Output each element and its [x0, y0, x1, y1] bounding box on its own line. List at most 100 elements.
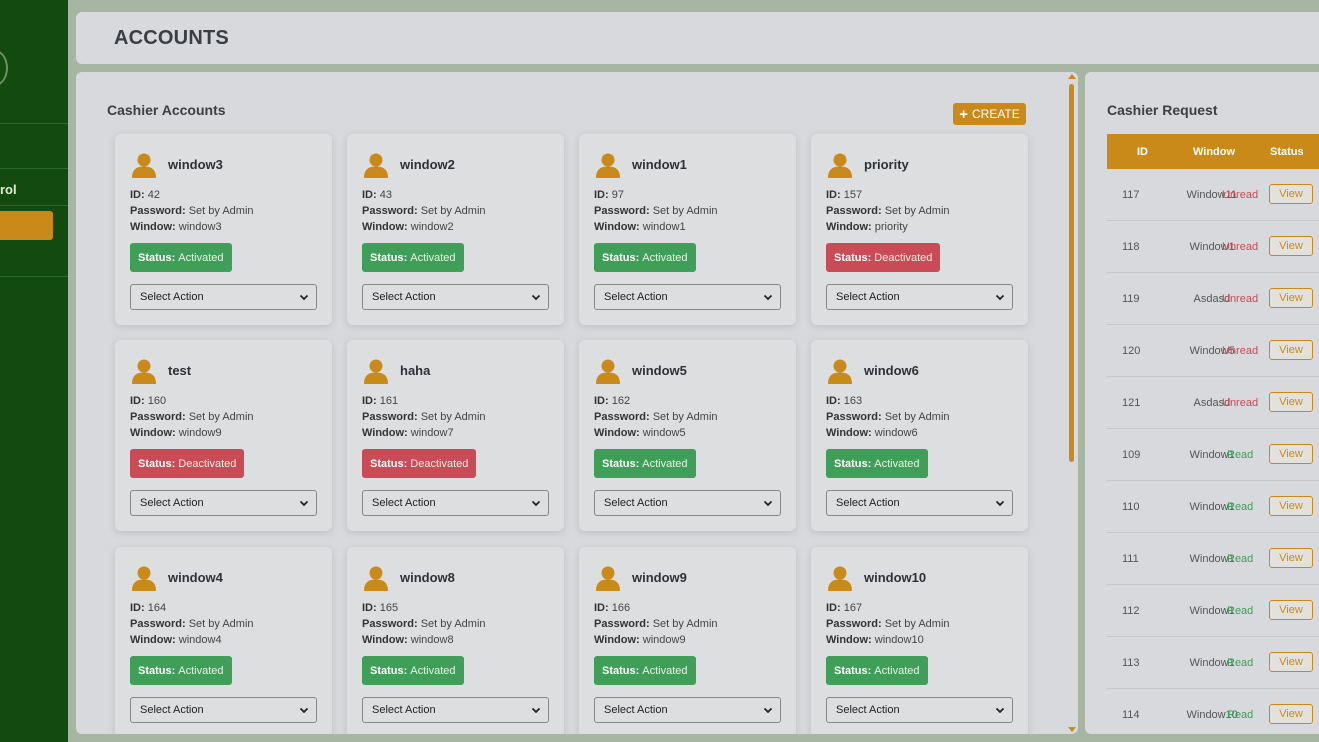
- view-button[interactable]: View: [1269, 444, 1313, 464]
- chevron-down-icon: [995, 498, 1005, 511]
- view-button[interactable]: View: [1269, 496, 1313, 516]
- action-select[interactable]: Select Action: [130, 697, 317, 723]
- account-password-value: Set by Admin: [652, 618, 718, 630]
- account-card: window8 ID: 165 Password: Set by Admin Wind…: [347, 547, 564, 734]
- action-select[interactable]: Select Action: [594, 697, 781, 723]
- account-id: ID: 160: [130, 395, 166, 407]
- status-value: Activated: [410, 251, 456, 264]
- account-id: ID: 166: [594, 602, 630, 614]
- panel-title: Cashier Request: [1107, 102, 1218, 118]
- account-window-value: window7: [410, 427, 454, 439]
- chevron-down-icon: [299, 705, 309, 718]
- status-value: Deactivated: [178, 457, 237, 470]
- request-id: 120: [1122, 345, 1141, 357]
- table-row: 119 Asdasd Unread View: [1107, 273, 1319, 325]
- account-id-value: 166: [611, 602, 631, 614]
- scrollbar[interactable]: [1065, 72, 1078, 734]
- action-select[interactable]: Select Action: [826, 697, 1013, 723]
- view-button[interactable]: View: [1269, 704, 1313, 724]
- account-password-value: Set by Admin: [884, 618, 950, 630]
- view-button[interactable]: View: [1269, 184, 1313, 204]
- action-select[interactable]: Select Action: [594, 284, 781, 310]
- status-value: Activated: [410, 664, 456, 677]
- account-window: Window: window9: [130, 427, 222, 439]
- request-id: 109: [1122, 449, 1141, 461]
- status-value: Activated: [178, 251, 224, 264]
- account-id-label: ID:: [594, 189, 609, 201]
- account-card: window5 ID: 162 Password: Set by Admin Wind…: [579, 340, 796, 531]
- request-id: 117: [1122, 189, 1140, 201]
- table-row: 112 Window1 Read View: [1107, 585, 1319, 637]
- account-window: Window: window9: [594, 634, 686, 646]
- account-window-label: Window:: [130, 634, 176, 646]
- action-select[interactable]: Select Action: [130, 284, 317, 310]
- account-password-label: Password:: [130, 205, 186, 217]
- action-select-value: Select Action: [140, 291, 204, 303]
- action-select-value: Select Action: [140, 497, 204, 509]
- account-id: ID: 97: [594, 189, 624, 201]
- account-window: Window: window1: [594, 221, 686, 233]
- status-badge: Status: Activated: [130, 656, 232, 685]
- account-name: window10: [864, 570, 927, 585]
- action-select-value: Select Action: [836, 291, 900, 303]
- chevron-down-icon: [763, 705, 773, 718]
- request-status: Unread: [1222, 241, 1259, 253]
- request-status: Unread: [1222, 293, 1259, 305]
- account-id-value: 162: [611, 395, 631, 407]
- request-id: 112: [1122, 605, 1140, 617]
- account-password-value: Set by Admin: [420, 411, 486, 423]
- sidebar-item-active[interactable]: [0, 211, 53, 240]
- status-value: Activated: [642, 251, 688, 264]
- user-icon: [595, 152, 621, 178]
- account-password: Password: Set by Admin: [362, 411, 486, 423]
- account-password-value: Set by Admin: [420, 618, 486, 630]
- account-window-label: Window:: [826, 634, 872, 646]
- account-card: window3 ID: 42 Password: Set by Admin Windo…: [115, 134, 332, 325]
- chevron-down-icon: [531, 292, 541, 305]
- chevron-down-icon: [763, 292, 773, 305]
- action-select[interactable]: Select Action: [594, 490, 781, 516]
- scroll-down-icon[interactable]: [1068, 727, 1076, 732]
- view-button[interactable]: View: [1269, 288, 1313, 308]
- status-label: Status:: [370, 251, 408, 264]
- account-window: Window: priority: [826, 221, 908, 233]
- view-button[interactable]: View: [1269, 392, 1313, 412]
- status-badge: Status: Activated: [826, 656, 928, 685]
- request-id: 119: [1122, 293, 1140, 305]
- account-password-value: Set by Admin: [420, 205, 486, 217]
- view-button[interactable]: View: [1269, 340, 1313, 360]
- action-select-value: Select Action: [836, 497, 900, 509]
- account-id-label: ID:: [826, 602, 841, 614]
- sidebar-divider: [0, 123, 68, 124]
- action-select[interactable]: Select Action: [362, 284, 549, 310]
- sidebar-divider: [0, 168, 68, 169]
- user-icon: [363, 358, 389, 384]
- action-select[interactable]: Select Action: [130, 490, 317, 516]
- user-icon: [827, 152, 853, 178]
- table-row: 110 Window1 Read View: [1107, 481, 1319, 533]
- create-button[interactable]: + CREATE: [953, 103, 1026, 125]
- account-password-label: Password:: [362, 618, 418, 630]
- sidebar-item-label[interactable]: rol: [0, 182, 17, 197]
- status-badge: Status: Activated: [362, 656, 464, 685]
- sidebar-divider: [0, 276, 68, 277]
- view-button[interactable]: View: [1269, 236, 1313, 256]
- table-row: 109 Window1 Read View: [1107, 429, 1319, 481]
- request-status: Read: [1227, 709, 1254, 721]
- view-button[interactable]: View: [1269, 548, 1313, 568]
- chevron-down-icon: [763, 498, 773, 511]
- plus-icon: +: [959, 105, 968, 123]
- user-icon: [131, 358, 157, 384]
- action-select[interactable]: Select Action: [826, 490, 1013, 516]
- scroll-thumb[interactable]: [1069, 84, 1074, 462]
- account-id: ID: 161: [362, 395, 398, 407]
- action-select[interactable]: Select Action: [362, 697, 549, 723]
- account-window-value: window10: [874, 634, 924, 646]
- scroll-up-icon[interactable]: [1068, 74, 1076, 79]
- view-button[interactable]: View: [1269, 652, 1313, 672]
- table-row: 114 Window10 Read View: [1107, 689, 1319, 734]
- action-select[interactable]: Select Action: [362, 490, 549, 516]
- account-card: window6 ID: 163 Password: Set by Admin Wind…: [811, 340, 1028, 531]
- view-button[interactable]: View: [1269, 600, 1313, 620]
- action-select[interactable]: Select Action: [826, 284, 1013, 310]
